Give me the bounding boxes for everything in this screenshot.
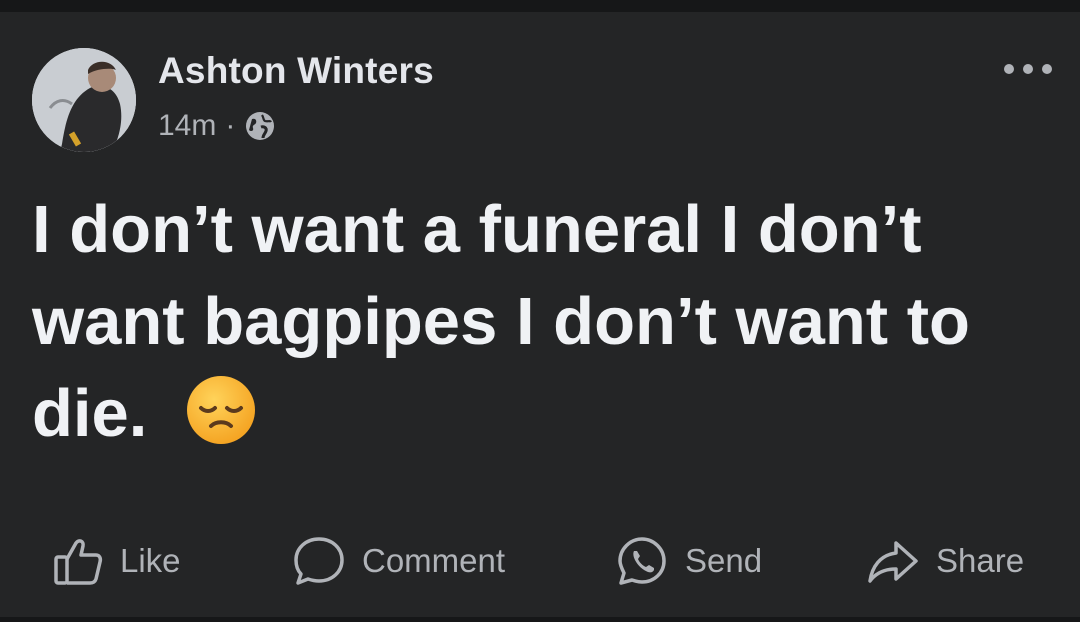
send-label: Send	[685, 542, 763, 579]
share-button[interactable]: Share	[866, 530, 1024, 592]
dot-icon	[1004, 64, 1014, 74]
top-divider	[0, 0, 1080, 12]
post-meta: 14m ·	[158, 106, 276, 146]
like-button[interactable]: Like	[52, 530, 181, 592]
post-time[interactable]: 14m	[158, 109, 216, 143]
post-actions-bar: Like Comment Send Share	[0, 530, 1080, 592]
meta-separator: ·	[225, 109, 236, 142]
post-text: I don’t want a funeral I don’t want bagp…	[32, 184, 1042, 460]
share-label: Share	[936, 542, 1025, 579]
avatar[interactable]	[32, 48, 136, 152]
author-name[interactable]: Ashton Winters	[158, 50, 434, 92]
whatsapp-icon	[618, 537, 666, 585]
globe-icon[interactable]	[244, 110, 276, 142]
dot-icon	[1042, 64, 1052, 74]
dot-icon	[1023, 64, 1033, 74]
more-options-icon[interactable]	[1004, 60, 1052, 78]
disappointed-face-emoji	[187, 376, 256, 444]
avatar-image	[32, 48, 136, 152]
comment-label: Comment	[362, 542, 506, 579]
share-arrow-icon	[868, 541, 918, 583]
thumbs-up-icon	[54, 539, 103, 585]
comment-bubble-icon	[294, 537, 344, 585]
send-button[interactable]: Send	[615, 530, 762, 592]
comment-button[interactable]: Comment	[292, 530, 505, 592]
bottom-divider	[0, 617, 1080, 622]
post-body: I don’t want a funeral I don’t want bagp…	[32, 192, 970, 451]
like-label: Like	[120, 542, 181, 579]
